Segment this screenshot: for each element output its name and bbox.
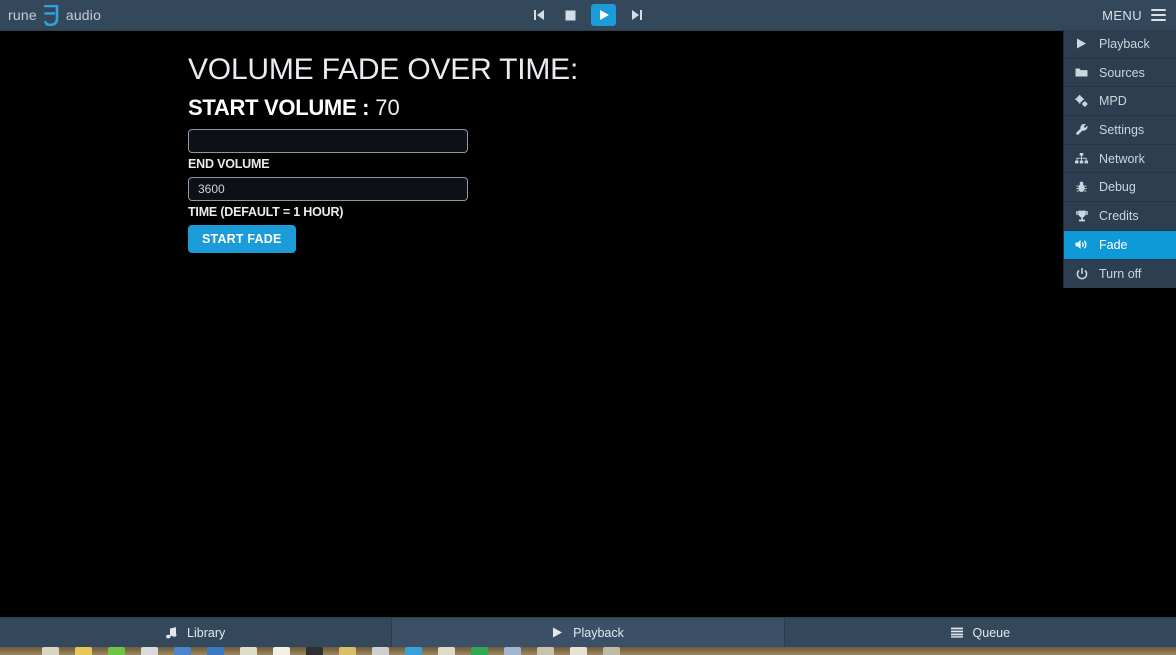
sitemap-icon xyxy=(1075,153,1088,164)
menu-item-sources[interactable]: Sources xyxy=(1064,59,1176,88)
start-volume-value: 70 xyxy=(375,95,400,120)
menu-item-label: Fade xyxy=(1099,237,1128,252)
menu-item-label: Credits xyxy=(1099,208,1139,223)
taskbar-icon xyxy=(438,647,455,655)
taskbar-icon xyxy=(471,647,488,655)
taskbar-icon xyxy=(207,647,224,655)
taskbar-icon xyxy=(42,647,59,655)
menu-item-turn-off[interactable]: Turn off xyxy=(1064,260,1176,289)
menu-item-mpd[interactable]: MPD xyxy=(1064,87,1176,117)
taskbar-icon xyxy=(603,647,620,655)
menu-item-settings[interactable]: Settings xyxy=(1064,116,1176,145)
page-title: VOLUME FADE OVER TIME: xyxy=(188,53,579,86)
play-icon xyxy=(1075,38,1088,49)
time-label: TIME (DEFAULT = 1 HOUR) xyxy=(188,205,344,219)
stop-icon xyxy=(565,10,576,21)
menu-item-debug[interactable]: Debug xyxy=(1064,173,1176,203)
transport-controls xyxy=(528,0,648,31)
play-icon xyxy=(552,627,563,638)
taskbar-icon xyxy=(339,647,356,655)
menu-label: MENU xyxy=(1102,7,1142,23)
taskbar-icon xyxy=(405,647,422,655)
os-taskbar-strip xyxy=(0,647,1176,655)
menu-toggle-button[interactable]: MENU xyxy=(1102,0,1166,31)
step-forward-icon xyxy=(631,9,643,21)
taskbar-icon xyxy=(75,647,92,655)
folder-icon xyxy=(1075,67,1088,78)
start-volume-label: START VOLUME : xyxy=(188,95,370,120)
runeaudio-logo-icon xyxy=(42,4,61,26)
brand-text-left: rune xyxy=(8,7,37,23)
play-button[interactable] xyxy=(591,4,617,26)
previous-track-button[interactable] xyxy=(528,4,550,26)
list-icon xyxy=(950,627,963,638)
cogs-icon xyxy=(1075,95,1088,108)
end-volume-input[interactable] xyxy=(188,129,468,153)
taskbar-icon xyxy=(504,647,521,655)
play-icon xyxy=(598,9,610,21)
menu-item-playback[interactable]: Playback xyxy=(1064,30,1176,59)
taskbar-icon xyxy=(108,647,125,655)
bottom-nav-label: Library xyxy=(187,625,226,640)
taskbar-icon xyxy=(306,647,323,655)
power-icon xyxy=(1075,267,1088,280)
trophy-icon xyxy=(1075,210,1088,222)
end-volume-field-group: END VOLUME xyxy=(188,129,468,171)
next-track-button[interactable] xyxy=(626,4,648,26)
menu-item-label: MPD xyxy=(1099,94,1127,109)
stop-button[interactable] xyxy=(560,4,582,26)
start-fade-button[interactable]: START FADE xyxy=(188,225,296,253)
menu-item-credits[interactable]: Credits xyxy=(1064,202,1176,231)
bottom-nav-label: Queue xyxy=(972,625,1011,640)
top-bar: rune audio MENU xyxy=(0,0,1176,31)
time-input[interactable] xyxy=(188,177,468,201)
runeaudio-app-window: rune audio MENU Playback Sources MPD Set… xyxy=(0,0,1176,655)
time-field-group: TIME (DEFAULT = 1 HOUR) xyxy=(188,177,468,219)
bottom-navigation: Library Playback Queue xyxy=(0,617,1176,647)
step-backward-icon xyxy=(533,9,545,21)
bottom-nav-label: Playback xyxy=(573,625,624,640)
taskbar-icon xyxy=(174,647,191,655)
fade-settings-page: VOLUME FADE OVER TIME: START VOLUME : 70… xyxy=(0,31,1176,617)
taskbar-icon xyxy=(240,647,257,655)
menu-item-label: Sources xyxy=(1099,65,1145,80)
menu-item-label: Network xyxy=(1099,151,1145,166)
volume-up-icon xyxy=(1075,239,1088,250)
taskbar-icon xyxy=(273,647,290,655)
menu-item-fade[interactable]: Fade xyxy=(1064,230,1176,260)
hamburger-icon xyxy=(1151,9,1166,21)
menu-item-label: Playback xyxy=(1099,36,1150,51)
taskbar-icon xyxy=(570,647,587,655)
menu-item-label: Turn off xyxy=(1099,266,1142,281)
end-volume-label: END VOLUME xyxy=(188,157,270,171)
bottom-nav-library[interactable]: Library xyxy=(0,618,393,647)
start-volume-readout: START VOLUME : 70 xyxy=(188,95,400,121)
menu-item-network[interactable]: Network xyxy=(1064,145,1176,174)
wrench-icon xyxy=(1075,123,1088,136)
brand-text-right: audio xyxy=(65,7,102,23)
brand-logo[interactable]: rune audio xyxy=(8,0,101,31)
bug-icon xyxy=(1075,181,1088,193)
bottom-nav-playback[interactable]: Playback xyxy=(392,618,785,647)
main-menu-dropdown: Playback Sources MPD Settings Network De… xyxy=(1063,30,1176,289)
bottom-nav-queue[interactable]: Queue xyxy=(785,618,1176,647)
taskbar-icon xyxy=(141,647,158,655)
menu-item-label: Debug xyxy=(1099,180,1136,195)
taskbar-icon xyxy=(537,647,554,655)
taskbar-icon xyxy=(372,647,389,655)
taskbar-icons xyxy=(0,647,1176,655)
music-note-icon xyxy=(166,626,177,639)
menu-item-label: Settings xyxy=(1099,122,1145,137)
